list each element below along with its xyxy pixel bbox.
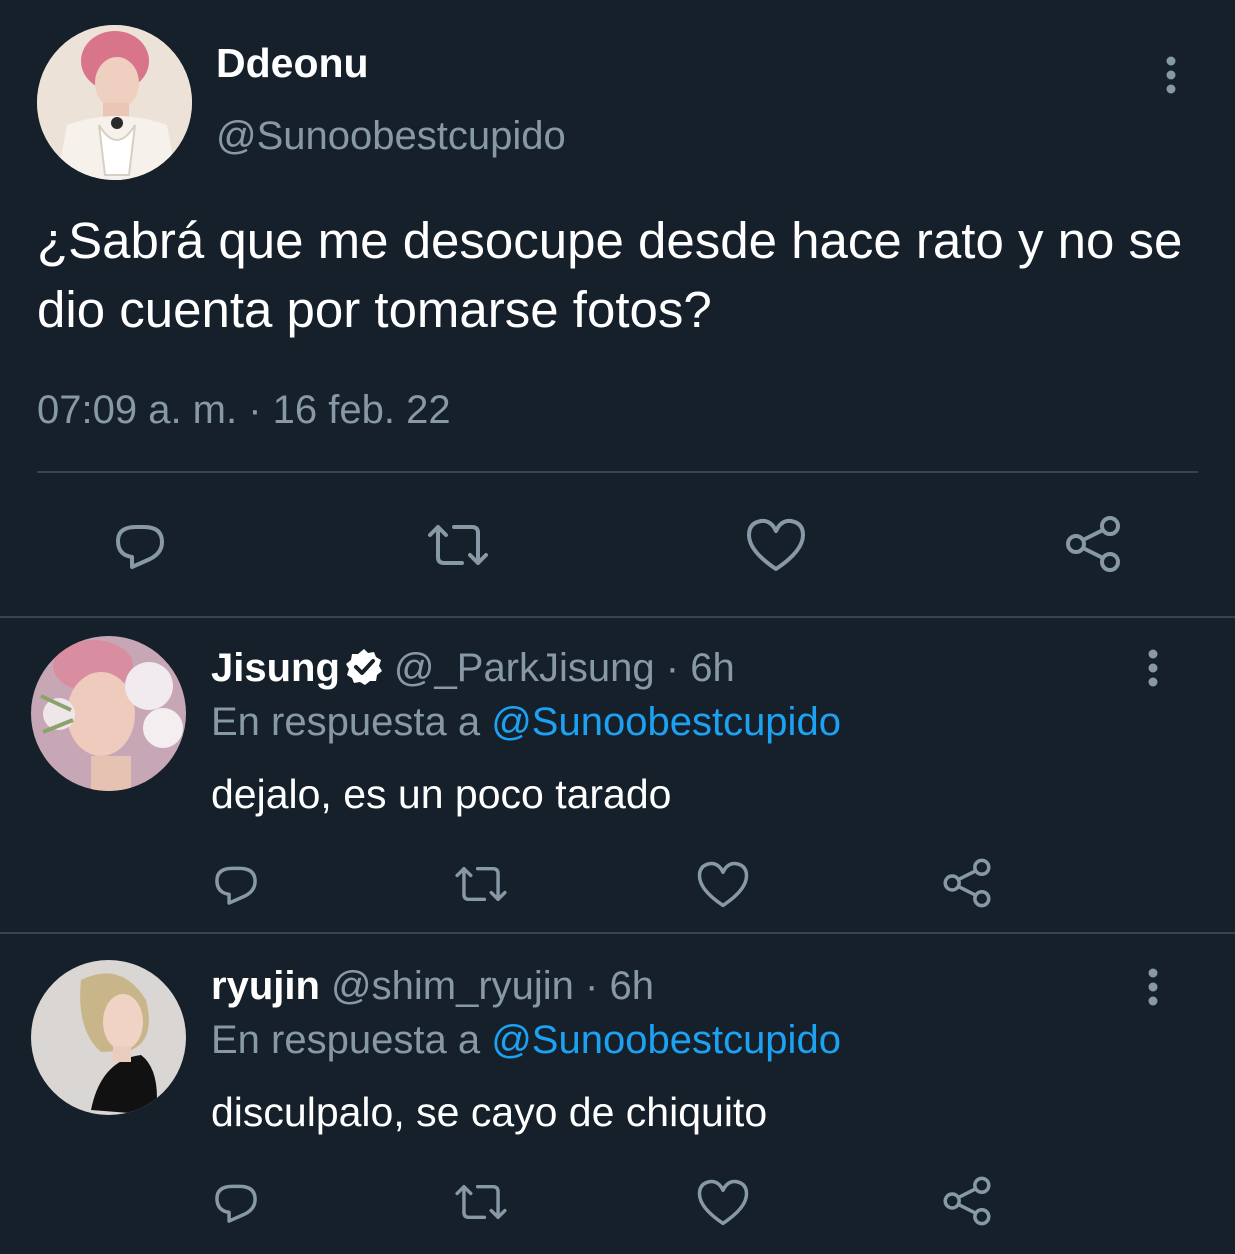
reply-context-label: En respuesta a — [211, 1018, 481, 1062]
tweet-time[interactable]: · 6h — [585, 964, 654, 1008]
reply-context-label: En respuesta a — [211, 700, 481, 744]
tweet-timestamp[interactable]: 07:09 a. m. · 16 feb. 22 — [37, 386, 451, 434]
reply-icon[interactable] — [110, 515, 170, 575]
retweet-icon[interactable] — [452, 1178, 510, 1226]
reply-icon[interactable] — [210, 1176, 262, 1228]
retweet-icon[interactable] — [424, 517, 492, 573]
avatar[interactable] — [31, 960, 186, 1115]
like-icon[interactable] — [745, 517, 807, 573]
tweet-time[interactable]: · 6h — [666, 646, 735, 690]
divider — [37, 471, 1198, 473]
verified-badge-icon — [344, 647, 384, 699]
more-options-icon[interactable] — [1138, 967, 1168, 1012]
divider — [0, 932, 1235, 934]
mention-link[interactable]: @Sunoobestcupido — [491, 1018, 841, 1062]
share-icon[interactable] — [940, 856, 994, 910]
avatar[interactable] — [31, 636, 186, 791]
divider — [0, 616, 1235, 618]
mention-link[interactable]: @Sunoobestcupido — [491, 700, 841, 744]
display-name[interactable]: Jisung — [211, 646, 340, 690]
display-name[interactable]: Ddeonu — [216, 38, 369, 88]
reply-icon[interactable] — [210, 858, 262, 910]
more-options-icon[interactable] — [1138, 648, 1168, 693]
like-icon[interactable] — [696, 860, 750, 909]
tweet-text: dejalo, es un poco tarado — [211, 771, 672, 817]
share-icon[interactable] — [1062, 513, 1124, 575]
user-handle[interactable]: @shim_ryujin — [331, 964, 574, 1008]
user-handle[interactable]: @Sunoobestcupido — [216, 112, 566, 160]
display-name[interactable]: ryujin — [211, 964, 320, 1008]
user-handle[interactable]: @_ParkJisung — [394, 646, 655, 690]
tweet-text: disculpalo, se cayo de chiquito — [211, 1089, 768, 1135]
share-icon[interactable] — [940, 1174, 994, 1228]
tweet-text: ¿Sabrá que me desocupe desde hace rato y… — [37, 212, 1183, 338]
more-options-icon[interactable] — [1154, 55, 1188, 95]
retweet-icon[interactable] — [452, 860, 510, 908]
like-icon[interactable] — [696, 1178, 750, 1227]
avatar[interactable] — [37, 25, 192, 180]
